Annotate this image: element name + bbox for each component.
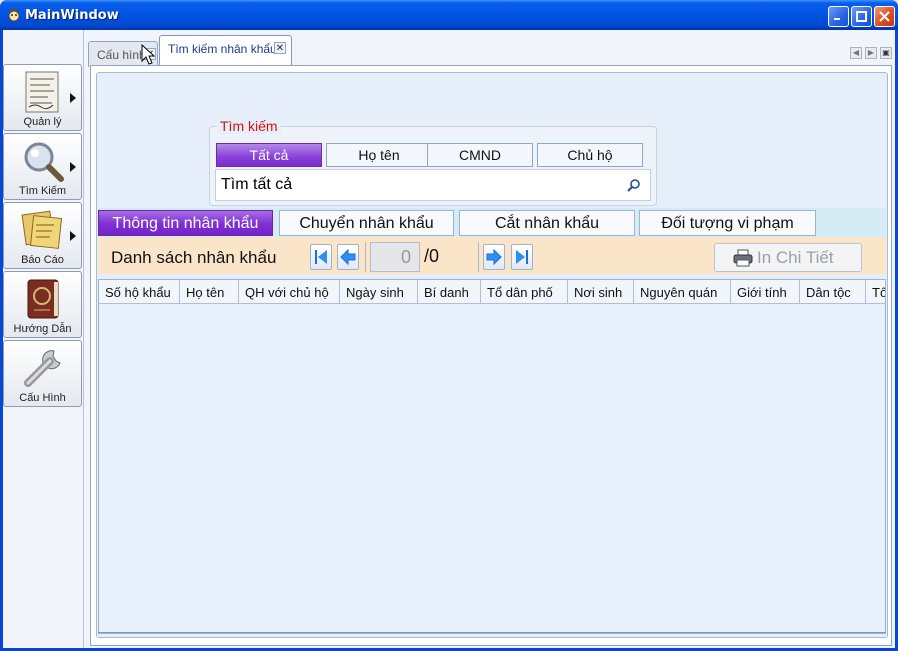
column-header[interactable]: Nơi sinh (568, 280, 634, 304)
tab-label: Cấu hình (97, 48, 146, 62)
next-page-icon (486, 248, 502, 266)
tab-close-icon[interactable]: ✕ (274, 42, 286, 54)
magnifier-icon (24, 142, 64, 182)
toolbar-divider (365, 242, 366, 272)
nav-item-cau-hinh[interactable]: Cấu Hình (3, 340, 82, 407)
section-chuyen-nhan-khau[interactable]: Chuyển nhân khẩu (279, 210, 454, 236)
column-header[interactable]: QH với chủ hộ (239, 280, 340, 304)
column-header[interactable]: Số hộ khẩu (99, 280, 180, 304)
search-mode-cmnd[interactable]: CMND (427, 143, 533, 167)
title-bar[interactable]: MainWindow (0, 0, 898, 30)
notes-icon (20, 210, 62, 249)
document-icon (25, 71, 58, 113)
left-nav: Quản lý Tìm Kiếm Báo Cáo Hướng Dẫn Cấu H… (3, 64, 83, 409)
nav-item-bao-cao[interactable]: Báo Cáo (3, 202, 82, 269)
minimize-icon (834, 18, 840, 20)
column-header[interactable]: Bí danh (418, 280, 481, 304)
nav-item-quan-ly[interactable]: Quản lý (3, 64, 82, 131)
book-icon (27, 279, 58, 319)
nav-label: Hướng Dẫn (13, 323, 72, 335)
nav-label: Tìm Kiếm (18, 185, 67, 197)
section-cat-nhan-khau[interactable]: Cắt nhân khẩu (459, 210, 635, 236)
minimize-button[interactable] (828, 6, 849, 27)
submenu-arrow-icon (70, 162, 76, 172)
close-button[interactable] (874, 6, 895, 27)
printer-icon (733, 249, 753, 267)
search-mode-ho-ten[interactable]: Họ tên (326, 143, 432, 167)
nav-label: Cấu Hình (19, 392, 66, 404)
submenu-arrow-icon (70, 231, 76, 241)
section-doi-tuong-vi-pham[interactable]: Đối tượng vi phạm (639, 210, 816, 236)
table-bottom-border (98, 632, 886, 633)
first-page-button[interactable] (310, 244, 332, 270)
first-page-icon (315, 250, 327, 264)
window-title: MainWindow (25, 8, 119, 23)
main-window: MainWindow Quản lý Tìm Kiếm Báo Cáo Hướn… (0, 0, 898, 651)
column-header[interactable]: Nguyên quán (634, 280, 731, 304)
nav-item-tim-kiem[interactable]: Tìm Kiếm (3, 133, 82, 200)
tab-tim-kiem-nhan-khau[interactable]: Tìm kiếm nhân khẩu ✕ (159, 35, 292, 66)
prev-page-icon (340, 248, 356, 266)
close-icon (879, 11, 890, 22)
app-icon (8, 8, 20, 22)
page-total: /0 (424, 246, 440, 266)
column-header[interactable]: Họ tên (180, 280, 239, 304)
next-page-button[interactable] (483, 244, 505, 270)
section-thong-tin-nhan-khau[interactable]: Thông tin nhân khẩu (98, 210, 273, 236)
column-header[interactable]: Dân tộc (800, 280, 866, 304)
list-title: Danh sách nhân khẩu (111, 248, 277, 267)
column-header[interactable]: Tổ dân phố (481, 280, 568, 304)
mouse-cursor-icon (141, 44, 155, 65)
page-number-input[interactable]: 0 (370, 242, 420, 272)
nav-label: Báo Cáo (21, 254, 64, 266)
maximize-icon (856, 11, 867, 22)
tab-scroll-left-icon[interactable]: ◀ (850, 47, 862, 59)
tab-scroll-right-icon[interactable]: ▶ (865, 47, 877, 59)
search-mode-tat-ca[interactable]: Tất cả (216, 143, 322, 167)
maximize-button[interactable] (851, 6, 872, 27)
search-legend: Tìm kiếm (217, 118, 281, 134)
tab-list-icon[interactable]: ▣ (880, 47, 892, 59)
nhan-khau-table[interactable]: Số hộ khẩu Họ tên QH với chủ hộ Ngày sin… (98, 279, 886, 634)
wrench-icon (23, 350, 61, 387)
column-header[interactable]: Tô (866, 280, 885, 304)
search-input[interactable]: Tìm tất cả (215, 169, 651, 201)
column-header[interactable]: Ngày sinh (340, 280, 418, 304)
toolbar-divider (478, 242, 479, 272)
tab-label: Tìm kiếm nhân khẩu (168, 42, 277, 56)
last-page-icon (516, 250, 528, 264)
client-area: Quản lý Tìm Kiếm Báo Cáo Hướng Dẫn Cấu H… (3, 30, 895, 648)
last-page-button[interactable] (511, 244, 533, 270)
column-header[interactable]: Giới tính (731, 280, 800, 304)
nav-item-huong-dan[interactable]: Hướng Dẫn (3, 271, 82, 338)
prev-page-button[interactable] (337, 244, 359, 270)
submenu-arrow-icon (70, 93, 76, 103)
nav-label: Quản lý (23, 116, 62, 128)
search-icon[interactable] (627, 178, 641, 192)
search-mode-chu-ho[interactable]: Chủ hộ (537, 143, 643, 167)
nav-divider (83, 30, 84, 648)
